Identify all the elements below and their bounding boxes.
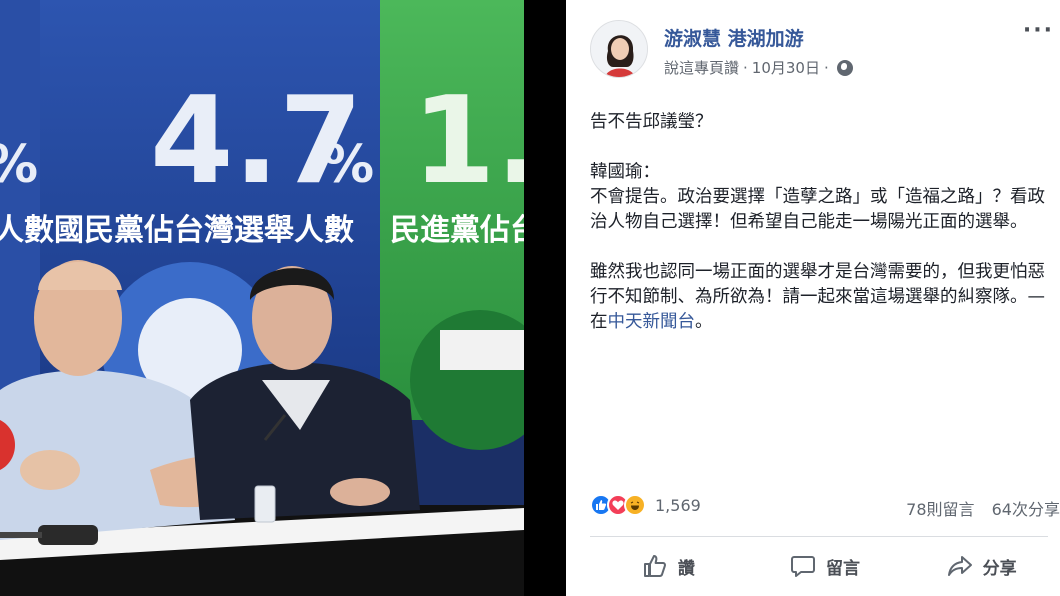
screenshot-root: 4.7 % 1.3 % 人數 國民黨佔台灣選舉人數 民進黨佔台	[0, 0, 1060, 596]
meta-label[interactable]: 說這專頁讚	[664, 57, 739, 78]
image-gap	[524, 0, 566, 596]
post-paragraph-3: 雖然我也認同一場正面的選舉才是台灣需要的，但我更怕惡行不知節制、為所欲為！請一起…	[590, 260, 1052, 335]
paragraph-3-end: 。	[695, 312, 713, 332]
engagement-counts: 78則留言 64次分享	[894, 496, 1060, 520]
banner-caption-left: 人數	[0, 213, 54, 248]
thumbs-up-icon	[643, 555, 666, 577]
page-avatar[interactable]	[590, 20, 648, 78]
share-button[interactable]: 分享	[903, 546, 1060, 586]
comment-button[interactable]: 留言	[747, 546, 904, 586]
banner-caption-right: 民進黨佔台	[390, 213, 524, 248]
like-button[interactable]: 讚	[590, 546, 747, 586]
post-paragraph-1: 告不告邱議瑩？	[590, 112, 713, 132]
banner-percent-left: %	[0, 135, 38, 195]
avatar-portrait-icon	[591, 21, 647, 77]
comment-button-label: 留言	[826, 558, 860, 579]
actions-divider	[590, 536, 1048, 537]
location-link[interactable]: 中天新聞台	[608, 312, 696, 332]
page-name-link[interactable]: 游淑慧 港湖加游	[664, 24, 804, 51]
banner-percent-1: %	[322, 135, 374, 195]
share-button-label: 分享	[982, 558, 1017, 579]
post-date[interactable]: 10月30日	[752, 57, 820, 78]
facebook-post: 游淑慧 港湖加游 說這專頁讚 · 10月30日 · ··· 告不告邱議瑩？ 韓國…	[566, 0, 1060, 596]
banner-caption-mid: 國民黨佔台灣選舉人數	[54, 213, 354, 248]
post-body: 告不告邱議瑩？ 韓國瑜： 不會提告。政治要選擇「造孽之路」或「造福之路」？看政治…	[590, 110, 1052, 360]
comment-count[interactable]: 78則留言	[906, 500, 974, 519]
haha-reaction-icon	[624, 494, 646, 516]
comment-bubble-icon	[791, 556, 815, 577]
post-paragraph-2: 韓國瑜： 不會提告。政治要選擇「造孽之路」或「造福之路」？看政治人物自己選擇！但…	[590, 162, 1045, 232]
meta-dot: ·	[743, 58, 748, 77]
post-photo[interactable]: 4.7 % 1.3 % 人數 國民黨佔台灣選舉人數 民進黨佔台	[0, 0, 524, 596]
share-count[interactable]: 64次分享	[992, 500, 1060, 519]
photo-illustration: 4.7 % 1.3 % 人數 國民黨佔台灣選舉人數 民進黨佔台	[0, 0, 524, 596]
more-options-icon[interactable]: ···	[1023, 18, 1054, 43]
post-actions-bar: 讚 留言 分享	[590, 546, 1060, 586]
share-arrow-icon	[947, 556, 972, 576]
reactions-summary[interactable]: 1,569	[590, 494, 701, 516]
public-globe-icon[interactable]	[836, 59, 853, 76]
banner-big-number-2: 1.3	[412, 72, 524, 211]
like-button-label: 讚	[677, 558, 695, 579]
meta-dot-2: ·	[823, 58, 829, 77]
post-meta: 說這專頁讚 · 10月30日 ·	[664, 57, 853, 78]
reaction-count: 1,569	[655, 495, 701, 515]
